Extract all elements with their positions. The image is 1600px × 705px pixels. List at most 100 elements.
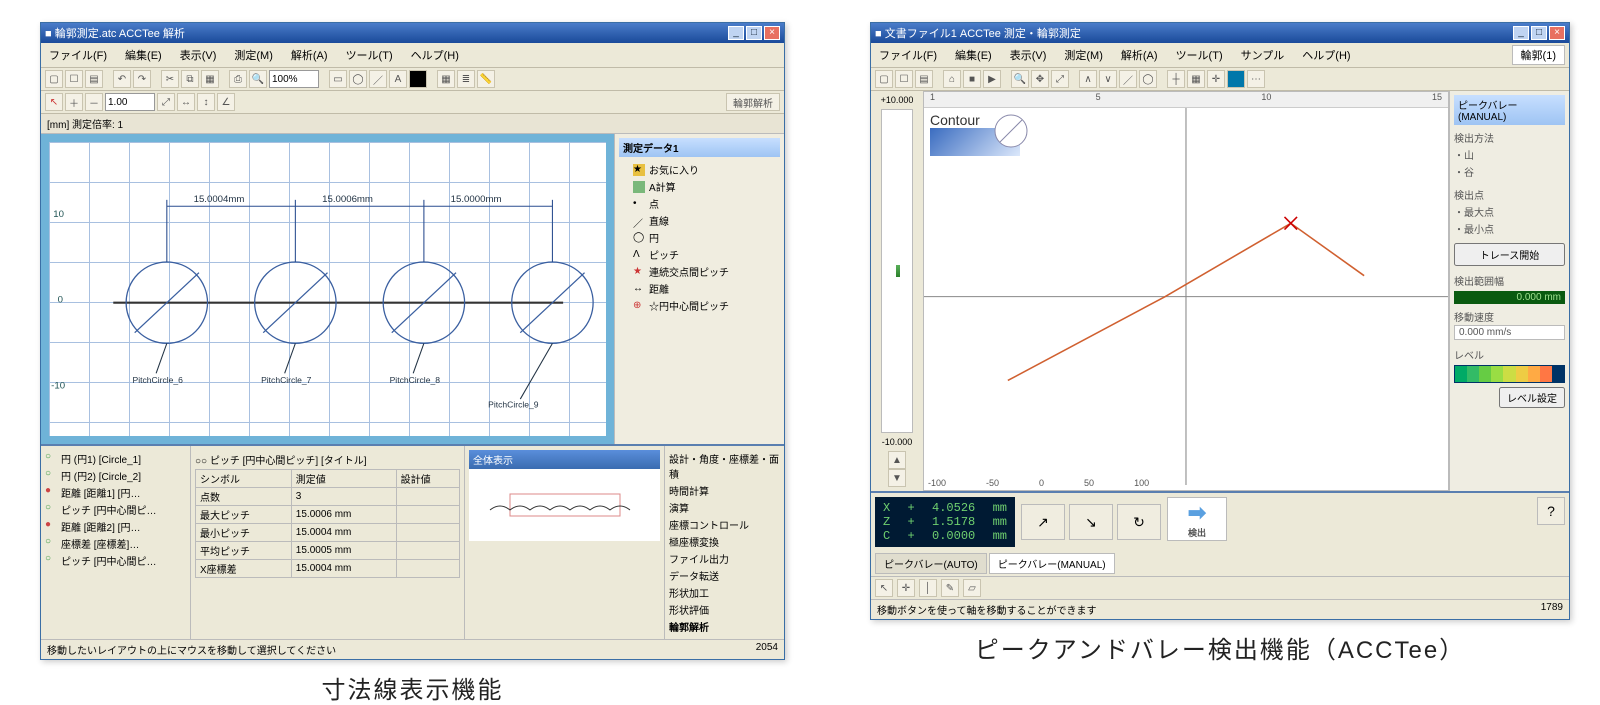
r-tb-peak-icon[interactable]: ∧ xyxy=(1079,70,1097,88)
level-settings-button[interactable]: レベル設定 xyxy=(1499,387,1565,408)
menu-tool[interactable]: ツール(T) xyxy=(342,45,397,65)
tb-open-icon[interactable]: ☐ xyxy=(65,70,83,88)
tb-save-icon[interactable]: ▤ xyxy=(85,70,103,88)
r-tb-stop-icon[interactable]: ■ xyxy=(963,70,981,88)
tree-centerpitch[interactable]: ⊕☆円中心間ピッチ xyxy=(619,297,780,314)
r-minimize-button[interactable]: _ xyxy=(1513,26,1529,40)
r-tb-valley-icon[interactable]: ∨ xyxy=(1099,70,1117,88)
cmd-4[interactable]: 極座標変換 xyxy=(669,533,780,550)
r-menu-anal[interactable]: 解析(A) xyxy=(1117,45,1162,65)
tree-point[interactable]: •点 xyxy=(619,195,780,212)
tb-text-icon[interactable]: A xyxy=(389,70,407,88)
vruler[interactable] xyxy=(881,109,913,433)
tree-acalc[interactable]: A計算 xyxy=(619,178,780,195)
cmd-3[interactable]: 座標コントロール xyxy=(669,516,780,533)
vruler-down-icon[interactable]: ▼ xyxy=(888,469,906,487)
tb-fit-icon[interactable]: ⤢ xyxy=(157,93,175,111)
side-row-max[interactable]: ・最大点 xyxy=(1454,203,1565,220)
close-button[interactable]: × xyxy=(764,26,780,40)
trace-start-button[interactable]: トレース開始 xyxy=(1454,243,1565,266)
tree-contpitch[interactable]: ★連続交点間ピッチ xyxy=(619,263,780,280)
r-tb-snap-icon[interactable]: ✛ xyxy=(1207,70,1225,88)
r-tb-circle-icon[interactable]: ◯ xyxy=(1139,70,1157,88)
r-tb-line-icon[interactable]: ／ xyxy=(1119,70,1137,88)
r-tb-new-icon[interactable]: ▢ xyxy=(875,70,893,88)
r-tb-zoom-icon[interactable]: 🔍 xyxy=(1011,70,1029,88)
tb-layers-icon[interactable]: ≣ xyxy=(457,70,475,88)
move-up-icon[interactable]: ↗ xyxy=(1021,504,1065,540)
menu-edit[interactable]: 編集(E) xyxy=(121,45,166,65)
cmd-6[interactable]: データ転送 xyxy=(669,567,780,584)
menu-file[interactable]: ファイル(F) xyxy=(45,45,111,65)
r-menu-meas[interactable]: 測定(M) xyxy=(1060,45,1107,65)
tb-print-icon[interactable]: ⎙ xyxy=(229,70,247,88)
right-canvas[interactable]: 1 5 10 15 Contour xyxy=(923,91,1449,491)
r-tb-extra-icon[interactable]: ⋯ xyxy=(1247,70,1265,88)
tb-zoom-icon[interactable]: 🔍 xyxy=(249,70,267,88)
mt-cursor-icon[interactable]: │ xyxy=(919,579,937,597)
r-tb-home-icon[interactable]: ⌂ xyxy=(943,70,961,88)
r-tb-axis-icon[interactable]: ┼ xyxy=(1167,70,1185,88)
tb-pan-icon[interactable]: ↖ xyxy=(45,93,63,111)
tb-paste-icon[interactable]: ▦ xyxy=(201,70,219,88)
vruler-up-icon[interactable]: ▲ xyxy=(888,451,906,469)
tb-cut-icon[interactable]: ✂ xyxy=(161,70,179,88)
tb-angle-icon[interactable]: ∠ xyxy=(217,93,235,111)
refresh-icon[interactable]: ↻ xyxy=(1117,504,1161,540)
r-maximize-button[interactable]: □ xyxy=(1531,26,1547,40)
help-icon[interactable]: ? xyxy=(1537,497,1565,525)
r-tb-fit-icon[interactable]: ⤢ xyxy=(1051,70,1069,88)
menu-meas[interactable]: 測定(M) xyxy=(230,45,277,65)
vruler-marker-icon[interactable] xyxy=(896,265,900,277)
tab-auto[interactable]: ピークバレー(AUTO) xyxy=(875,553,987,574)
cmd-5[interactable]: ファイル出力 xyxy=(669,550,780,567)
mt-pointer-icon[interactable]: ↖ xyxy=(875,579,893,597)
tb-ellipse-icon[interactable]: ◯ xyxy=(349,70,367,88)
tab-manual[interactable]: ピークバレー(MANUAL) xyxy=(989,553,1115,574)
r-close-button[interactable]: × xyxy=(1549,26,1565,40)
tb-meas2-icon[interactable]: ↕ xyxy=(197,93,215,111)
tb-grid-icon[interactable]: ▦ xyxy=(437,70,455,88)
cmd-1[interactable]: 時間計算 xyxy=(669,482,780,499)
r-menu-view[interactable]: 表示(V) xyxy=(1006,45,1051,65)
side-row-min[interactable]: ・最小点 xyxy=(1454,220,1565,237)
cmd-2[interactable]: 演算 xyxy=(669,499,780,516)
tb-ruler-icon[interactable]: 📏 xyxy=(477,70,495,88)
tree-pitch[interactable]: Λピッチ xyxy=(619,246,780,263)
menu-anal[interactable]: 解析(A) xyxy=(287,45,332,65)
left-canvas[interactable]: 10 0 -10 xyxy=(41,134,614,444)
mt-eraser-icon[interactable]: ▱ xyxy=(963,579,981,597)
tb-copy-icon[interactable]: ⧉ xyxy=(181,70,199,88)
tree-favorite[interactable]: ★お気に入り xyxy=(619,161,780,178)
tree-dist[interactable]: ↔距離 xyxy=(619,280,780,297)
r-menu-tool[interactable]: ツール(T) xyxy=(1172,45,1227,65)
side-row-peak[interactable]: ・山 xyxy=(1454,146,1565,163)
tb-zoomin-icon[interactable]: ＋ xyxy=(65,93,83,111)
tree-circle[interactable]: ◯円 xyxy=(619,229,780,246)
mt-cross-icon[interactable]: ✛ xyxy=(897,579,915,597)
r-menu-help[interactable]: ヘルプ(H) xyxy=(1298,45,1354,65)
r-tb-color-icon[interactable] xyxy=(1227,70,1245,88)
r-tb-grid-icon[interactable]: ▦ xyxy=(1187,70,1205,88)
r-tb-pan-icon[interactable]: ✥ xyxy=(1031,70,1049,88)
menu-view[interactable]: 表示(V) xyxy=(176,45,221,65)
cmd-7[interactable]: 形状加工 xyxy=(669,584,780,601)
tb-undo-icon[interactable]: ↶ xyxy=(113,70,131,88)
r-tb-save-icon[interactable]: ▤ xyxy=(915,70,933,88)
minimize-button[interactable]: _ xyxy=(728,26,744,40)
sidebar-tab[interactable]: 輪郭解析 xyxy=(726,93,780,111)
cmd-0[interactable]: 設計・角度・座標差・面積 xyxy=(669,450,780,482)
mt-pen-icon[interactable]: ✎ xyxy=(941,579,959,597)
menu-help[interactable]: ヘルプ(H) xyxy=(407,45,463,65)
r-header-tab[interactable]: 輪郭(1) xyxy=(1512,45,1565,65)
r-menu-sample[interactable]: サンプル xyxy=(1237,45,1289,65)
tb-color-icon[interactable] xyxy=(409,70,427,88)
tb-rect-icon[interactable]: ▭ xyxy=(329,70,347,88)
r-menu-file[interactable]: ファイル(F) xyxy=(875,45,941,65)
r-tb-play-icon[interactable]: ▶ xyxy=(983,70,1001,88)
move-down-icon[interactable]: ↘ xyxy=(1069,504,1113,540)
tb-redo-icon[interactable]: ↷ xyxy=(133,70,151,88)
tb-zoomout-icon[interactable]: － xyxy=(85,93,103,111)
tb-scale-input[interactable] xyxy=(105,93,155,111)
r-tb-open-icon[interactable]: ☐ xyxy=(895,70,913,88)
